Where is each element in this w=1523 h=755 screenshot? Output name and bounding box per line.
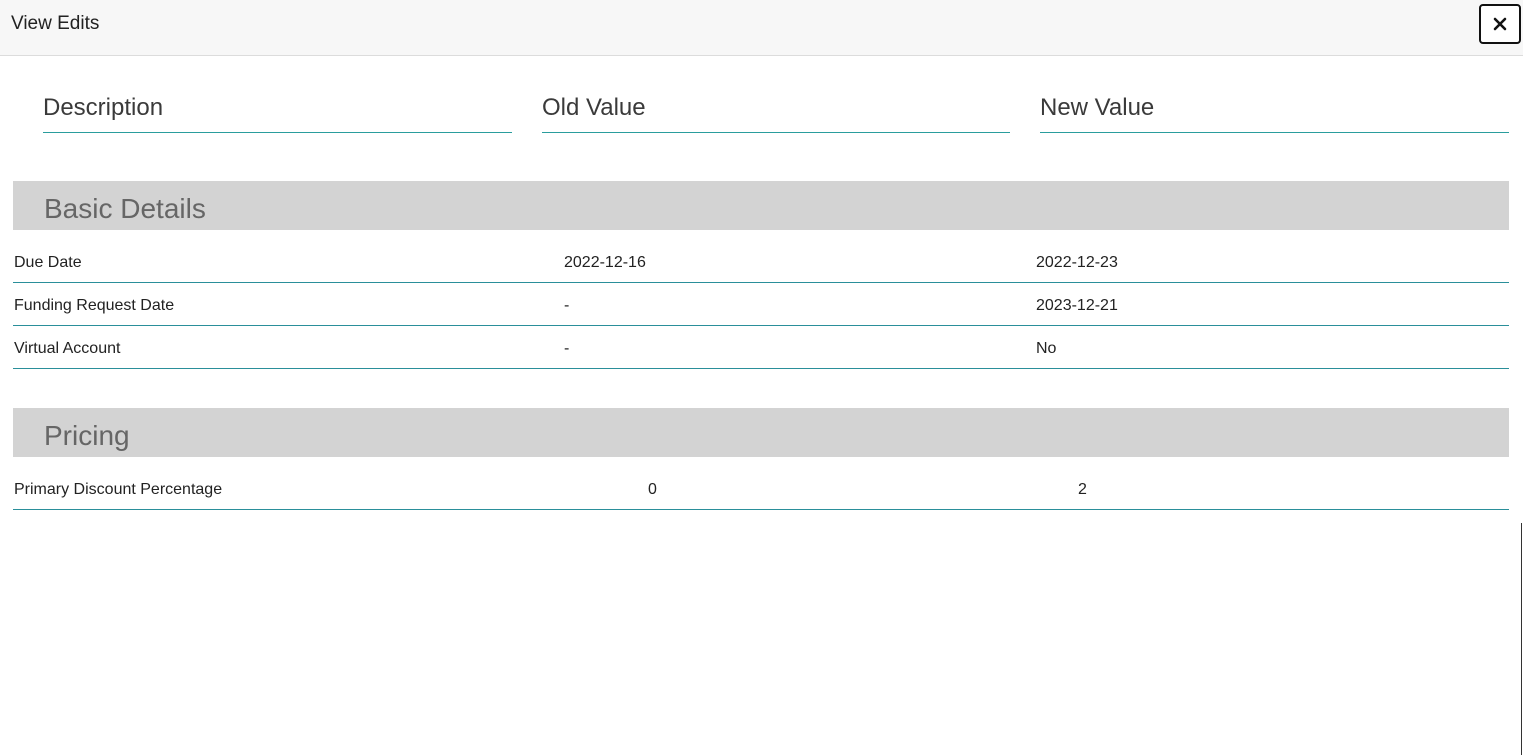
section-title: Pricing xyxy=(44,420,130,451)
row-new-value: No xyxy=(1036,340,1057,357)
column-header-new-value: New Value xyxy=(1040,94,1509,133)
row-new-value: 2023-12-21 xyxy=(1036,297,1118,314)
view-edits-dialog: View Edits Description Old Value New Val… xyxy=(0,0,1523,755)
row-old-value: - xyxy=(564,297,570,314)
row-old-value: 2022-12-16 xyxy=(564,254,646,271)
column-header-old-value: Old Value xyxy=(542,94,1010,133)
row-description: Due Date xyxy=(14,254,82,271)
row-description: Primary Discount Percentage xyxy=(14,481,223,498)
section-title: Basic Details xyxy=(44,193,206,224)
window-edge-divider xyxy=(1521,523,1522,755)
row-description: Virtual Account xyxy=(14,340,121,357)
table-row: Funding Request Date - 2023-12-21 xyxy=(13,283,1509,326)
column-header-description: Description xyxy=(43,94,512,133)
table-row: Virtual Account - No xyxy=(13,326,1509,369)
row-new-value: 2022-12-23 xyxy=(1036,254,1118,271)
section-header-basic-details: Basic Details xyxy=(13,181,1509,230)
close-icon[interactable] xyxy=(1493,17,1507,31)
table-row: Due Date 2022-12-16 2022-12-23 xyxy=(13,240,1509,283)
row-old-value: 0 xyxy=(648,481,657,498)
close-button[interactable] xyxy=(1479,4,1521,44)
section-header-pricing: Pricing xyxy=(13,408,1509,457)
row-description: Funding Request Date xyxy=(14,297,175,314)
dialog-header: View Edits xyxy=(0,0,1523,56)
dialog-title: View Edits xyxy=(11,13,100,34)
table-row: Primary Discount Percentage 0 2 xyxy=(13,467,1509,510)
row-new-value: 2 xyxy=(1078,481,1087,498)
row-old-value: - xyxy=(564,340,570,357)
